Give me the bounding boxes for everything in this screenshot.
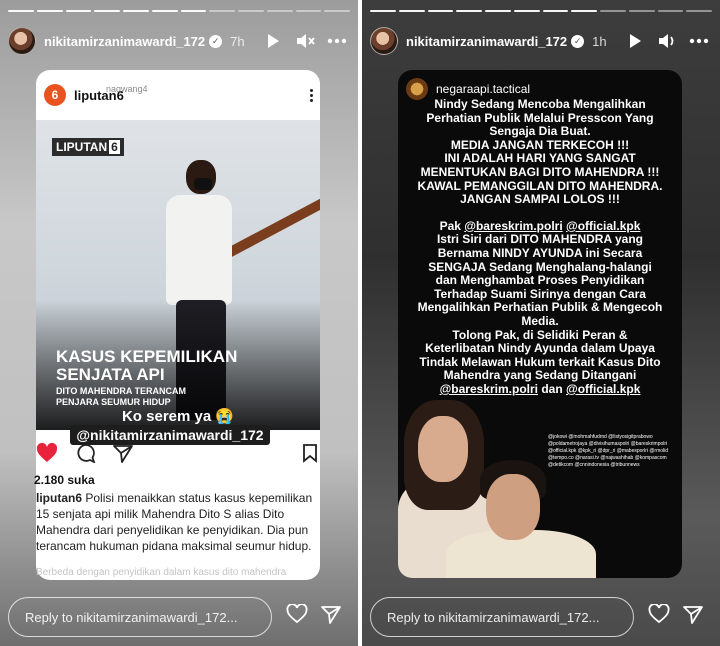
post-actions: [36, 440, 320, 466]
like-heart-icon[interactable]: [36, 442, 58, 468]
mention-kpk[interactable]: @official.kpk: [566, 219, 640, 233]
mute-icon[interactable]: [294, 30, 316, 52]
image-subheadline: DITO MAHENDRA TERANCAM PENJARA SEUMUR HI…: [56, 386, 186, 407]
tag-cloud: @jokowi @mohmahfudmd @listyosigitprabowo…: [548, 434, 669, 468]
volume-icon[interactable]: [656, 30, 678, 52]
mention-bareskrim-final[interactable]: @bareskrim.polri: [440, 382, 538, 396]
post-account-name[interactable]: negaraapi.tactical: [436, 82, 530, 96]
post-more-icon[interactable]: [310, 87, 314, 104]
more-options-icon[interactable]: [326, 30, 348, 52]
verified-icon: ✓: [571, 34, 585, 48]
story-text-sticker: Ko serem ya 😭: [121, 408, 235, 425]
post-text: Nindy Sedang Mencoba Mengalihkan Perhati…: [417, 97, 663, 396]
send-icon[interactable]: [320, 605, 342, 630]
comment-icon[interactable]: [74, 443, 96, 468]
post-header: 6 liputan6 naqwang4: [36, 70, 320, 120]
story-progress: [8, 10, 350, 12]
story-header: nikitamirzanimawardi_172 ✓ 7h: [8, 26, 348, 56]
verified-icon: ✓: [209, 34, 223, 48]
share-icon[interactable]: [112, 443, 134, 468]
bookmark-icon[interactable]: [302, 443, 318, 468]
post-image: LIPUTAN 6 KASUS KEPEMILIKAN SENJATA API D…: [36, 120, 320, 430]
liputan6-logo: LIPUTAN 6: [52, 138, 124, 156]
avatar[interactable]: [8, 27, 36, 55]
likes-count: 2.180 suka: [34, 473, 95, 487]
mention-bareskrim[interactable]: @bareskrim.polri: [464, 219, 562, 233]
story-right[interactable]: nikitamirzanimawardi_172 ✓ 1h negaraapi.…: [362, 0, 720, 646]
reply-heart-icon[interactable]: [648, 603, 670, 629]
story-progress: [370, 10, 712, 12]
story-header: nikitamirzanimawardi_172 ✓ 1h: [370, 26, 710, 56]
mention-kpk-final[interactable]: @official.kpk: [566, 382, 640, 396]
play-icon[interactable]: [624, 30, 646, 52]
more-options-icon[interactable]: [688, 30, 710, 52]
story-time: 1h: [592, 33, 607, 49]
couple-photo: [398, 400, 610, 578]
send-icon[interactable]: [682, 605, 704, 630]
post-faint-text: naqwang4: [106, 84, 148, 94]
caption-username[interactable]: liputan6: [36, 491, 82, 505]
story-left[interactable]: nikitamirzanimawardi_172 ✓ 7h 6 liputan6…: [0, 0, 358, 646]
avatar[interactable]: [370, 27, 398, 55]
post-account-avatar[interactable]: 6: [44, 84, 66, 106]
shared-post-card[interactable]: negaraapi.tactical Nindy Sedang Mencoba …: [398, 70, 682, 578]
reply-input[interactable]: Reply to nikitamirzanimawardi_172...: [370, 597, 634, 637]
reply-heart-icon[interactable]: [286, 603, 308, 629]
caption-faded: Berbeda dengan penyidikan dalam kasus di…: [36, 567, 287, 578]
image-headline: KASUS KEPEMILIKAN SENJATA API: [56, 347, 238, 384]
story-time: 7h: [230, 33, 245, 49]
story-username[interactable]: nikitamirzanimawardi_172: [406, 34, 567, 49]
play-icon[interactable]: [262, 30, 284, 52]
story-username[interactable]: nikitamirzanimawardi_172: [44, 34, 205, 49]
reply-input[interactable]: Reply to nikitamirzanimawardi_172...: [8, 597, 272, 637]
post-account-avatar[interactable]: [406, 78, 428, 100]
post-caption: liputan6 Polisi menaikkan status kasus k…: [36, 490, 316, 554]
